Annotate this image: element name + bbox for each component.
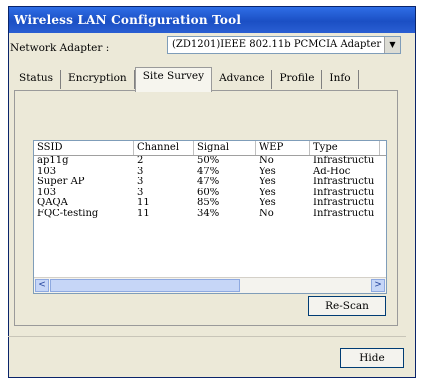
tab-profile[interactable]: Profile: [272, 70, 323, 89]
list-item[interactable]: FQC-testing 11 34% No Infrastructu: [34, 209, 386, 220]
list-item[interactable]: 103 3 47% Yes Ad-Hoc: [34, 167, 386, 178]
chevron-down-icon[interactable]: ▼: [384, 37, 400, 53]
cell-ssid: FQC-testing: [37, 208, 99, 219]
window-title[interactable]: Wireless LAN Configuration Tool: [9, 7, 415, 33]
column-header-wep[interactable]: WEP: [256, 141, 310, 155]
cell-type: Infrastructu: [313, 187, 375, 198]
scroll-left-icon[interactable]: <: [35, 279, 49, 292]
tab-advance[interactable]: Advance: [212, 70, 273, 89]
tab-encryption[interactable]: Encryption: [61, 70, 135, 89]
cell-wep: No: [259, 208, 274, 219]
cell-signal: 47%: [197, 166, 220, 177]
cell-wep: Yes: [259, 187, 276, 198]
cell-type: Ad-Hoc: [313, 166, 351, 177]
adapter-label: Network Adapter :: [10, 42, 110, 54]
hide-button[interactable]: Hide: [340, 348, 404, 368]
cell-wep: Yes: [259, 198, 276, 208]
cell-channel: 2: [137, 156, 144, 166]
cell-type: Infrastructu: [313, 208, 375, 219]
cell-signal: 60%: [197, 187, 220, 198]
column-header-type[interactable]: Type: [310, 141, 380, 155]
cell-signal: 34%: [197, 208, 220, 219]
rescan-button[interactable]: Re-Scan: [308, 296, 386, 316]
list-item[interactable]: QAQA 11 85% Yes Infrastructu: [34, 198, 386, 209]
site-survey-list[interactable]: SSID Channel Signal WEP Type ap11g 2 50%…: [33, 140, 387, 294]
cell-channel: 11: [137, 198, 150, 208]
cell-channel: 3: [137, 166, 144, 177]
cell-wep: Yes: [259, 166, 276, 177]
column-header-channel[interactable]: Channel: [134, 141, 194, 155]
list-item[interactable]: Super AP 3 47% Yes Infrastructu: [34, 177, 386, 188]
divider: [8, 336, 406, 337]
horizontal-scrollbar[interactable]: < >: [34, 277, 386, 293]
cell-ssid: ap11g: [37, 156, 69, 166]
cell-wep: No: [259, 156, 274, 166]
column-header-ssid[interactable]: SSID: [34, 141, 134, 155]
column-header-signal[interactable]: Signal: [194, 141, 256, 155]
tab-site-survey[interactable]: Site Survey: [134, 67, 213, 92]
tab-bar: Status Encryption Site Survey Advance Pr…: [12, 67, 359, 92]
cell-channel: 3: [137, 187, 144, 198]
scrollbar-thumb[interactable]: [50, 279, 240, 292]
cell-wep: Yes: [259, 177, 276, 187]
cell-signal: 85%: [197, 198, 220, 208]
cell-ssid: QAQA: [37, 198, 68, 208]
cell-signal: 50%: [197, 156, 220, 166]
list-item[interactable]: ap11g 2 50% No Infrastructu: [34, 156, 386, 167]
list-header: SSID Channel Signal WEP Type: [34, 141, 386, 156]
cell-type: Infrastructu: [313, 198, 375, 208]
cell-type: Infrastructu: [313, 156, 375, 166]
tab-status[interactable]: Status: [12, 70, 62, 89]
scroll-right-icon[interactable]: >: [371, 279, 385, 292]
cell-channel: 3: [137, 177, 144, 187]
cell-ssid: Super AP: [37, 177, 85, 187]
list-item[interactable]: 103 3 60% Yes Infrastructu: [34, 188, 386, 199]
cell-ssid: 103: [37, 187, 57, 198]
adapter-dropdown[interactable]: (ZD1201)IEEE 802.11b PCMCIA Adapter (3 ▼: [167, 36, 401, 54]
cell-channel: 11: [137, 208, 150, 219]
tab-info[interactable]: Info: [322, 70, 359, 89]
cell-type: Infrastructu: [313, 177, 375, 187]
cell-ssid: 103: [37, 166, 57, 177]
adapter-selected-value: (ZD1201)IEEE 802.11b PCMCIA Adapter (3: [172, 39, 384, 50]
cell-signal: 47%: [197, 177, 220, 187]
